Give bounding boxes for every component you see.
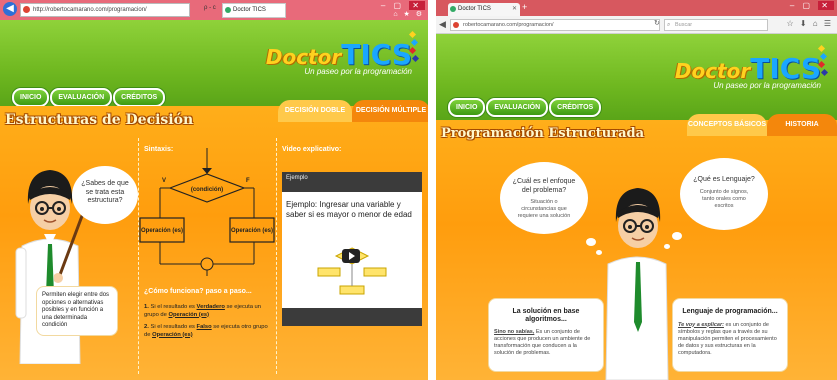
right-screenshot: Doctor TICS ✕ + – ▢ ✕ ◀ robertocamarano.… bbox=[436, 0, 837, 380]
tab-historia[interactable]: HISTORIA bbox=[767, 114, 837, 136]
column-divider bbox=[276, 138, 277, 374]
list-item: 1. Si el resultado es Verdadero se ejecu… bbox=[144, 304, 262, 318]
close-tab-icon[interactable]: ✕ bbox=[512, 3, 517, 16]
content-area: Programación Estructurada CONCEPTOS BÁSI… bbox=[436, 114, 837, 380]
flowchart-diagram: (condición) V F Operación (es) Operación… bbox=[139, 148, 275, 276]
window-controls[interactable]: – ▢ ✕ bbox=[381, 1, 425, 10]
flow-op-false: Operación (es) bbox=[231, 228, 273, 234]
thought-bubble-problem: ¿Cuál es el enfoque del problema? Situac… bbox=[500, 162, 588, 234]
logo-diamonds-icon bbox=[406, 30, 420, 72]
nav-creditos[interactable]: CRÉDITOS bbox=[549, 98, 602, 117]
nav-evaluacion[interactable]: EVALUACIÓN bbox=[50, 88, 113, 107]
browser-navbar: ◀ robertocamarano.com/programacion/ ↻ ⌕ … bbox=[436, 16, 837, 34]
doctor-tics-logo: DoctorTICS Un paseo por la programación bbox=[265, 30, 420, 76]
section-tabs: DECISIÓN DOBLE DECISIÓN MÚLTIPLE bbox=[278, 100, 428, 124]
site-header: DoctorTICS Un paseo por la programación … bbox=[0, 20, 428, 107]
list-item: 2. Si el resultado es Falso se ejecuta o… bbox=[144, 324, 268, 338]
logo-word-doctor: Doctor bbox=[674, 59, 751, 83]
address-text: http://robertocamarano.com/programacion/ bbox=[33, 7, 147, 13]
browser-tabstrip: Doctor TICS ✕ + – ▢ ✕ bbox=[436, 0, 837, 16]
question-bubble: ¿Sabes de que se trata esta estructura? bbox=[72, 166, 138, 224]
flow-false-label: F bbox=[246, 178, 250, 184]
toolbar-icons[interactable]: ⌂ ★ ⚙ bbox=[393, 10, 424, 18]
site-favicon-icon bbox=[453, 22, 459, 28]
toolbar-icons[interactable]: ☆ ⬇ ⌂ ☰ bbox=[786, 19, 833, 28]
flow-condition: (condición) bbox=[191, 187, 223, 193]
address-controls[interactable]: ρ - c bbox=[204, 5, 216, 11]
site-header: DoctorTICS Un paseo por la programación … bbox=[436, 34, 837, 120]
programming-language-box: Lenguaje de programación... Te voy a exp… bbox=[672, 298, 788, 372]
tab-decision-multiple[interactable]: DECISIÓN MÚLTIPLE bbox=[352, 100, 428, 122]
close-window-icon[interactable]: ✕ bbox=[409, 1, 425, 10]
nav-creditos[interactable]: CRÉDITOS bbox=[113, 88, 166, 107]
new-tab-icon[interactable]: + bbox=[522, 2, 527, 12]
address-bar[interactable]: http://robertocamarano.com/programacion/ bbox=[20, 3, 190, 17]
flow-op-true: Operación (es) bbox=[141, 228, 183, 234]
play-button-icon[interactable] bbox=[342, 249, 360, 263]
search-icon: ⌕ bbox=[667, 22, 671, 28]
tab-decision-doble[interactable]: DECISIÓN DOBLE bbox=[278, 100, 352, 122]
video-label: Video explicativo: bbox=[282, 146, 342, 153]
close-window-icon[interactable]: ✕ bbox=[818, 1, 834, 10]
how-it-works-title: ¿Cómo funciona? paso a paso... bbox=[144, 288, 252, 295]
bubble-problem-title: ¿Cuál es el enfoque del problema? bbox=[512, 178, 576, 194]
search-placeholder: Buscar bbox=[675, 22, 693, 28]
algorithms-box: La solución en base algoritmos... Sino n… bbox=[488, 298, 604, 372]
tab-title: Doctor TICS bbox=[233, 7, 266, 13]
site-favicon-icon bbox=[23, 6, 30, 13]
video-channel: Ejemplo bbox=[286, 175, 308, 181]
content-area: Estructuras de Decisión DECISIÓN DOBLE D… bbox=[0, 100, 428, 380]
question-text: ¿Sabes de que se trata esta estructura? bbox=[81, 180, 129, 204]
bubble-language-title: ¿Qué es Lenguaje? bbox=[693, 176, 755, 183]
thought-bubble-tail bbox=[586, 238, 596, 246]
tab-title: Doctor TICS bbox=[458, 6, 491, 12]
programming-language-title: Lenguaje de programación... bbox=[682, 308, 778, 315]
video-title: Ejemplo: Ingresar una variable y saber s… bbox=[286, 200, 412, 219]
thought-bubble-language: ¿Qué es Lenguaje? Conjunto de signos, ta… bbox=[680, 158, 768, 230]
tab-favicon-icon bbox=[225, 7, 231, 13]
browser-toolbar: ◀ http://robertocamarano.com/programacio… bbox=[0, 0, 428, 20]
left-screenshot: ◀ http://robertocamarano.com/programacio… bbox=[0, 0, 428, 380]
main-nav: INICIO EVALUACIÓN CRÉDITOS bbox=[448, 96, 602, 117]
window-controls[interactable]: – ▢ ✕ bbox=[790, 1, 834, 10]
browser-tab[interactable]: Doctor TICS bbox=[222, 3, 286, 18]
bubble-problem-body: Situación o circunstancias que requiere … bbox=[517, 199, 571, 219]
steps-list: 1. Si el resultado es Verdadero se ejecu… bbox=[144, 304, 270, 344]
back-arrow-icon[interactable]: ◀ bbox=[3, 2, 17, 16]
page-title: Estructuras de Decisión bbox=[5, 112, 194, 128]
search-input[interactable]: ⌕ Buscar bbox=[664, 19, 768, 31]
browser-tab[interactable]: Doctor TICS ✕ bbox=[448, 3, 520, 16]
explanation-box: Permiten elegir entre dos opciones o alt… bbox=[36, 286, 118, 336]
back-arrow-icon[interactable]: ◀ bbox=[439, 19, 446, 30]
logo-diamonds-icon bbox=[815, 44, 829, 86]
image-separator bbox=[428, 0, 436, 380]
tab-favicon-icon bbox=[450, 6, 456, 12]
flow-true-label: V bbox=[162, 178, 166, 184]
address-text: robertocamarano.com/programacion/ bbox=[463, 22, 554, 28]
video-player[interactable]: Ejemplo Ejemplo: Ingresar una variable y… bbox=[282, 172, 422, 326]
algorithms-title: La solución en base algoritmos... bbox=[512, 308, 580, 323]
algorithms-text: Sino no sabías, Es un conjunto de accion… bbox=[494, 329, 591, 356]
nav-inicio[interactable]: INICIO bbox=[12, 88, 50, 107]
page-title: Programación Estructurada bbox=[441, 126, 645, 141]
address-bar[interactable]: robertocamarano.com/programacion/ bbox=[450, 19, 660, 31]
nav-evaluacion[interactable]: EVALUACIÓN bbox=[486, 98, 549, 117]
section-tabs: CONCEPTOS BÁSICOS HISTORIA bbox=[687, 114, 837, 138]
doctor-tics-logo: DoctorTICS Un paseo por la programación bbox=[674, 44, 829, 90]
doctor-character bbox=[605, 188, 669, 380]
programming-language-text: Te voy a explicar: es un conjunto de sím… bbox=[678, 321, 777, 356]
tab-conceptos-basicos[interactable]: CONCEPTOS BÁSICOS bbox=[687, 114, 767, 136]
logo-word-doctor: Doctor bbox=[265, 45, 342, 69]
reload-icon[interactable]: ↻ bbox=[654, 19, 660, 27]
main-nav: INICIO EVALUACIÓN CRÉDITOS bbox=[12, 86, 166, 107]
nav-inicio[interactable]: INICIO bbox=[448, 98, 486, 117]
bubble-language-body: Conjunto de signos, tanto orales como es… bbox=[699, 188, 749, 209]
